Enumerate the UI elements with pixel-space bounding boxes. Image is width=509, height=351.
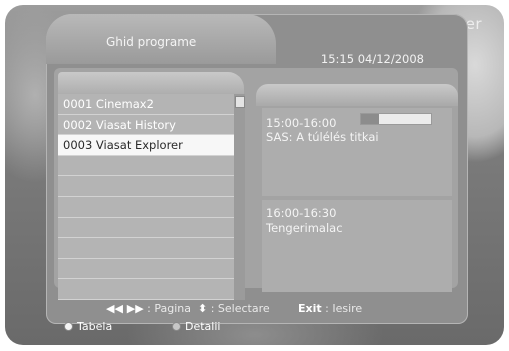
hint-page-label: : Pagina [147,302,192,315]
channel-row[interactable]: 0002 Viasat History [58,115,234,136]
channel-row[interactable] [58,238,234,259]
event-progress-bar [360,113,432,125]
hint-exit: Exit : Iesire [298,302,362,315]
date-time: 15:15 04/12/2008 [320,52,424,66]
page-title: Ghid programe [106,35,197,49]
channel-row-selected[interactable]: 0003 Viasat Explorer [58,135,234,156]
up-down-arrows-icon: ⬍ [198,302,208,315]
event-time: 16:00-16:30 [266,206,337,220]
white-dot-icon [64,322,73,331]
current-event[interactable]: 15:00-16:00 SAS: A túlélés titkai [262,108,452,196]
exit-key-icon: Exit [298,302,322,315]
channel-list-scrollbar[interactable] [234,94,245,300]
detalii-button[interactable]: Detalii [172,320,220,333]
hint-page: ◀◀ ▶▶ : Pagina [106,302,191,315]
event-details-header [256,84,458,106]
page-keys-icon: ◀◀ ▶▶ [106,302,144,315]
channel-row[interactable] [58,279,234,300]
channel-row[interactable] [58,218,234,239]
detalii-label: Detalii [185,320,221,333]
hint-select-label: : Selectare [210,302,270,315]
event-progress-fill [361,114,379,124]
channel-row[interactable] [58,259,234,280]
epg-panel: Ghid programe 15:15 04/12/2008 0001 Cine… [46,14,468,333]
channel-row[interactable] [58,156,234,177]
event-title: Tengerimalac [266,221,343,235]
grey-dot-icon [172,322,181,331]
channel-row[interactable] [58,176,234,197]
tabela-label: Tabela [77,320,113,333]
next-event[interactable]: 16:00-16:30 Tengerimalac [262,200,452,292]
channel-row[interactable]: 0001 Cinemax2 [58,94,234,115]
hint-exit-label: : Iesire [325,302,363,315]
event-time: 15:00-16:00 [266,116,337,130]
channel-list-header [58,72,244,94]
tabela-button[interactable]: Tabela [64,320,112,333]
event-title: SAS: A túlélés titkai [266,130,379,144]
channel-list[interactable]: 0001 Cinemax2 0002 Viasat History 0003 Via… [58,94,234,300]
key-hints: ◀◀ ▶▶ : Pagina ⬍ : Selectare Exit : Iesi… [46,300,468,318]
channel-row[interactable] [58,197,234,218]
scroll-thumb[interactable] [235,96,245,108]
hint-select: ⬍ : Selectare [198,302,270,315]
